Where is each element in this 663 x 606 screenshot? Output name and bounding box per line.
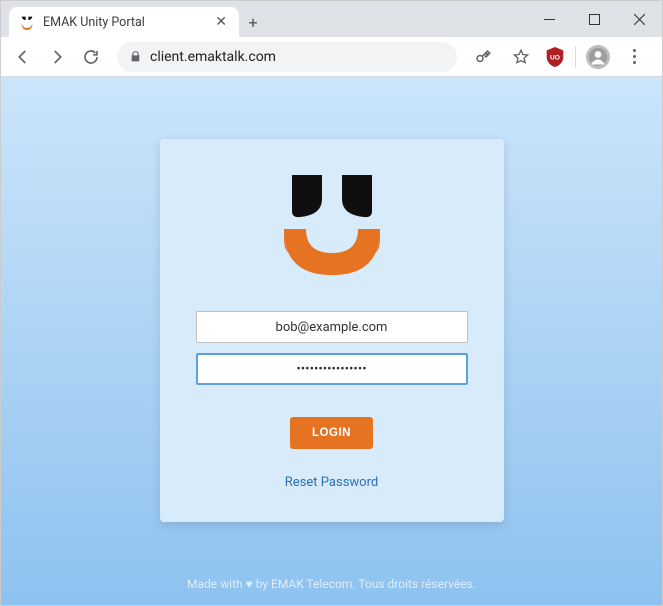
- browser-tab[interactable]: EMAK Unity Portal ✕: [9, 7, 239, 37]
- password-input[interactable]: [196, 353, 468, 385]
- kebab-menu-icon: [625, 49, 643, 64]
- back-button[interactable]: [9, 43, 37, 71]
- saved-passwords-icon[interactable]: [469, 43, 497, 71]
- tab-favicon-icon: [19, 14, 35, 30]
- url-text: client.emaktalk.com: [150, 49, 445, 65]
- browser-toolbar: client.emaktalk.com UO: [1, 37, 662, 77]
- heart-icon: ♥: [246, 577, 253, 591]
- browser-menu-button[interactable]: [620, 43, 648, 71]
- footer-prefix: Made with: [187, 577, 246, 591]
- login-card: LOGIN Reset Password: [160, 139, 504, 522]
- tab-close-icon[interactable]: ✕: [213, 14, 229, 30]
- titlebar: EMAK Unity Portal ✕ +: [1, 1, 662, 37]
- tab-title: EMAK Unity Portal: [43, 15, 205, 30]
- address-bar[interactable]: client.emaktalk.com: [117, 42, 457, 72]
- window-close-button[interactable]: [617, 4, 662, 34]
- browser-window: EMAK Unity Portal ✕ +: [0, 0, 663, 606]
- reset-password-link[interactable]: Reset Password: [285, 475, 378, 490]
- window-controls: [527, 1, 662, 37]
- ublock-label: UO: [550, 54, 560, 61]
- bookmark-star-icon[interactable]: [507, 43, 535, 71]
- lock-icon: [129, 50, 142, 63]
- window-minimize-button[interactable]: [527, 4, 572, 34]
- email-input[interactable]: [196, 311, 468, 343]
- page-footer: Made with ♥ by EMAK Telecom. Tous droits…: [1, 577, 662, 591]
- login-button[interactable]: LOGIN: [290, 417, 373, 449]
- toolbar-divider: [575, 46, 576, 68]
- new-tab-button[interactable]: +: [239, 7, 267, 37]
- window-maximize-button[interactable]: [572, 4, 617, 34]
- ublock-extension-icon[interactable]: UO: [545, 46, 565, 68]
- toolbar-right: UO: [469, 43, 654, 71]
- page-content: LOGIN Reset Password Made with ♥ by EMAK…: [1, 77, 662, 605]
- reload-button[interactable]: [77, 43, 105, 71]
- forward-button[interactable]: [43, 43, 71, 71]
- app-logo-icon: [262, 167, 402, 287]
- profile-avatar-icon[interactable]: [586, 45, 610, 69]
- footer-suffix: by EMAK Telecom. Tous droits réservées.: [253, 577, 476, 591]
